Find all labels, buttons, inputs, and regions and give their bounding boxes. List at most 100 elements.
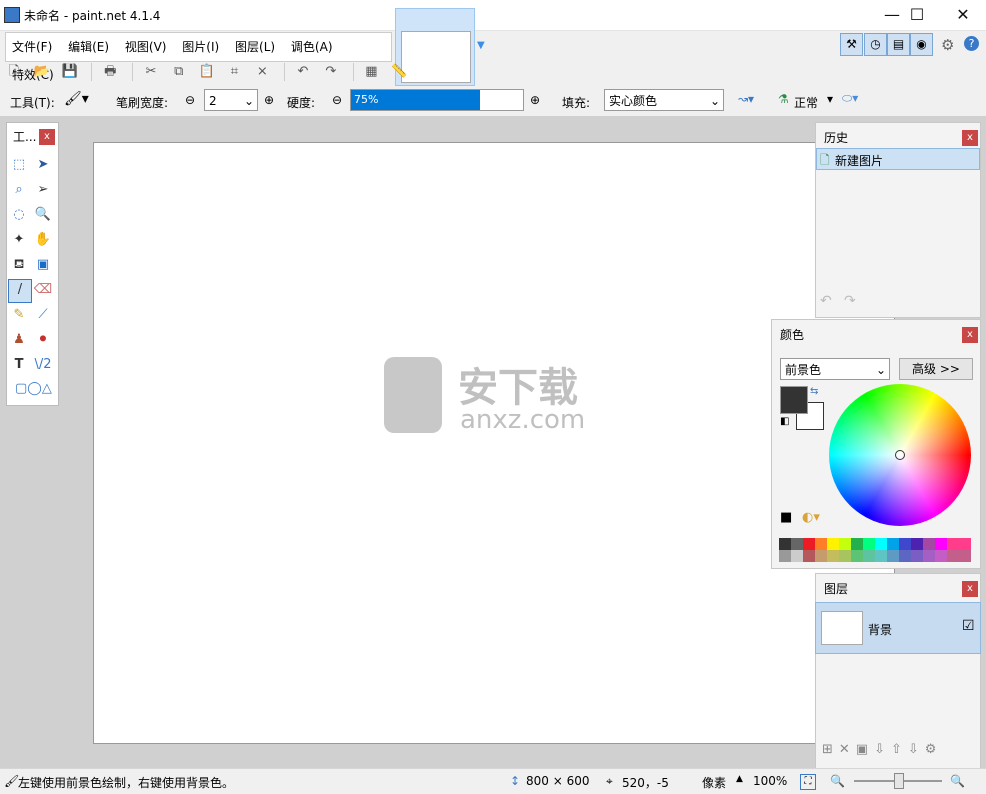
zoom-in-icon[interactable]: 🔍 xyxy=(950,774,965,788)
ruler-icon[interactable]: 📏 xyxy=(389,62,409,82)
eraser-icon[interactable]: ⌫ xyxy=(33,280,53,300)
recolor-icon[interactable]: ⚫ xyxy=(33,330,53,350)
color-picker-icon[interactable]: ⟋ xyxy=(33,305,53,325)
advanced-button[interactable]: 高级 >> xyxy=(899,358,973,380)
palette-swatch[interactable] xyxy=(923,538,935,550)
menu-layers[interactable]: 图层(L) xyxy=(229,33,281,61)
chevron-up-icon[interactable]: ▲ xyxy=(736,774,743,784)
gradient-icon[interactable]: ▣ xyxy=(33,255,53,275)
palette-swatch[interactable] xyxy=(947,538,959,550)
history-item[interactable]: 🗋 新建图片 xyxy=(816,148,980,170)
palette-swatch[interactable] xyxy=(815,538,827,550)
fill-select[interactable]: 实心颜色 ⌄ xyxy=(604,89,724,111)
palette-swatch[interactable] xyxy=(959,538,971,550)
copy-icon[interactable]: ⧉ xyxy=(169,62,189,82)
cut-icon[interactable]: ✂ xyxy=(141,62,161,82)
palette-swatch[interactable] xyxy=(803,538,815,550)
settings-icon[interactable]: ⚙ xyxy=(941,36,954,54)
move-selected-icon[interactable]: ➢ xyxy=(33,180,53,200)
paintbrush-icon[interactable]: 🖌▾ xyxy=(64,91,89,107)
magic-wand-icon[interactable]: ✦ xyxy=(9,230,29,250)
palette-swatch[interactable] xyxy=(827,538,839,550)
palette-swatch[interactable] xyxy=(839,538,851,550)
decrease-hardness-icon[interactable]: ⊖ xyxy=(332,93,342,107)
history-redo-icon[interactable]: ↷ xyxy=(844,293,856,309)
lasso-select-icon[interactable]: ⌕ xyxy=(9,180,29,200)
palette-swatch[interactable] xyxy=(959,550,971,562)
palette-swatch[interactable] xyxy=(887,538,899,550)
selection-mode-icon[interactable]: ⬭▾ xyxy=(842,91,858,106)
redo-icon[interactable]: ↷ xyxy=(321,62,341,82)
menu-view[interactable]: 视图(V) xyxy=(119,33,173,61)
palette-swatch[interactable] xyxy=(887,550,899,562)
deselect-icon[interactable]: ⨯ xyxy=(252,62,272,82)
hardness-slider[interactable]: 75% xyxy=(350,89,524,111)
zoom-slider-thumb[interactable] xyxy=(894,773,904,789)
colors-window-icon[interactable]: ◉ xyxy=(910,33,933,56)
zoom-value[interactable]: 100% xyxy=(753,774,787,788)
zoom-fit-icon[interactable]: ⛶ xyxy=(800,774,816,790)
palette-swatch[interactable] xyxy=(935,550,947,562)
clone-stamp-icon[interactable]: ♟ xyxy=(9,330,29,350)
layer-item[interactable]: 背景 ☑ xyxy=(815,602,981,654)
zoom-out-icon[interactable]: 🔍 xyxy=(830,774,845,788)
color-wheel[interactable] xyxy=(829,384,971,526)
layer-visibility-checkbox[interactable]: ☑ xyxy=(962,618,975,634)
palette-swatch[interactable] xyxy=(779,538,791,550)
palette-swatch[interactable] xyxy=(923,550,935,562)
palette-swatch[interactable] xyxy=(827,550,839,562)
rect-select-icon[interactable]: ⬚ xyxy=(9,155,29,175)
paint-bucket-icon[interactable]: ⛾ xyxy=(9,255,29,275)
blend-mode-value[interactable]: 正常 xyxy=(794,94,818,111)
layer-actions-icons[interactable]: ⊞✕▣⇩⇧⇩⚙ xyxy=(822,742,942,757)
zoom-icon[interactable]: 🔍 xyxy=(33,205,53,225)
palette-swatch[interactable] xyxy=(899,550,911,562)
palette-swatch[interactable] xyxy=(947,550,959,562)
unit-select[interactable]: 像素 xyxy=(702,774,726,791)
crop-icon[interactable]: ⌗ xyxy=(224,62,244,82)
blend-mode-icon[interactable]: ⚗ xyxy=(778,92,789,106)
increase-icon[interactable]: ⊕ xyxy=(264,93,274,107)
antialiasing-icon[interactable]: ↝▾ xyxy=(738,92,754,106)
close-button[interactable]: ✕ xyxy=(940,0,986,30)
swap-colors-icon[interactable]: ⇆ xyxy=(810,386,818,397)
palette-swatch[interactable] xyxy=(911,538,923,550)
chevron-down-icon[interactable]: ▾ xyxy=(827,92,833,106)
history-window-icon[interactable]: ◷ xyxy=(864,33,887,56)
grid-icon[interactable]: ▦ xyxy=(361,62,381,82)
brush-width-input[interactable]: 2 ⌄ xyxy=(204,89,258,111)
print-icon[interactable]: 🖶 xyxy=(100,62,120,82)
palette-swatch[interactable] xyxy=(791,538,803,550)
text-icon[interactable]: T xyxy=(9,355,29,375)
palette-swatch[interactable] xyxy=(803,550,815,562)
palette-swatch[interactable] xyxy=(815,550,827,562)
line-curve-icon[interactable]: \/2 xyxy=(33,355,53,375)
palette-swatch[interactable] xyxy=(779,550,791,562)
palette-swatch[interactable] xyxy=(899,538,911,550)
new-icon[interactable]: 🗋 xyxy=(4,62,24,82)
primary-color-swatch[interactable] xyxy=(780,386,808,414)
menu-adjustments[interactable]: 调色(A) xyxy=(285,33,339,61)
save-icon[interactable]: 💾 xyxy=(60,62,80,82)
colors-panel-close[interactable]: x xyxy=(962,327,978,343)
layers-window-icon[interactable]: ▤ xyxy=(887,33,910,56)
palette-menu-icon[interactable]: ◐▾ xyxy=(802,510,820,525)
menu-file[interactable]: 文件(F) xyxy=(6,33,58,61)
layers-panel-close[interactable]: x xyxy=(962,581,978,597)
palette-swatch[interactable] xyxy=(839,550,851,562)
palette-swatch[interactable] xyxy=(791,550,803,562)
menu-image[interactable]: 图片(I) xyxy=(176,33,225,61)
palette-swatch[interactable] xyxy=(935,538,947,550)
chevron-down-icon[interactable]: ⌄ xyxy=(876,359,886,381)
move-selection-icon[interactable]: ➤ xyxy=(33,155,53,175)
palette-swatch[interactable] xyxy=(851,538,863,550)
shapes-icon[interactable]: ▢◯△ xyxy=(15,379,52,399)
palette-swatch[interactable] xyxy=(875,550,887,562)
palette-swatch[interactable] xyxy=(863,538,875,550)
pencil-icon[interactable]: ✎ xyxy=(9,305,29,325)
paintbrush-tool-icon[interactable]: / xyxy=(8,279,32,303)
open-icon[interactable]: 📂 xyxy=(32,62,52,82)
decrease-icon[interactable]: ⊖ xyxy=(185,93,195,107)
help-icon[interactable]: ? xyxy=(964,36,979,51)
ellipse-select-icon[interactable]: ◌ xyxy=(9,205,29,225)
